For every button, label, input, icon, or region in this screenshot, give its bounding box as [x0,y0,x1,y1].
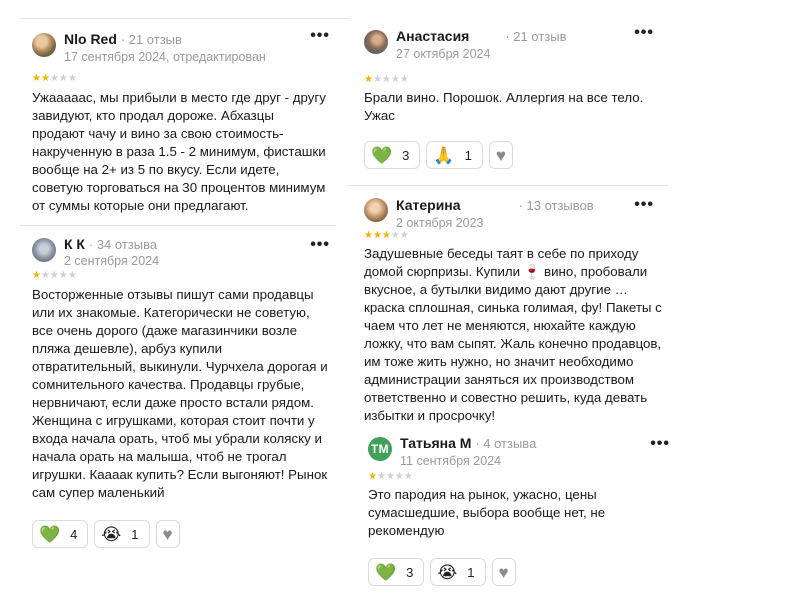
review-date: 2 октября 2023 [396,216,484,230]
review-count: 21 отзыв [513,29,567,44]
like-reaction-button[interactable]: 💚 3 [364,141,421,169]
like-reaction-button[interactable]: 💚 4 [32,520,89,548]
review-card: Nlo Red · 21 отзыв 17 сентября 2024, отр… [32,19,330,215]
crying-face-icon: 😭 [437,562,458,582]
more-dots-icon[interactable]: ••• [310,28,330,44]
add-reaction-button[interactable]: ♥ [488,141,513,169]
author-name[interactable]: Катерина · 13 отзывов [396,197,594,213]
green-heart-icon: 💚 [375,562,397,582]
review-date: 17 сентября 2024, отредактирован [64,50,266,64]
cry-count: 1 [467,564,475,580]
author-name[interactable]: Анастасия · 21 отзыв [396,28,566,44]
rating-stars: ★★★★★ [364,230,409,241]
grey-heart-icon: ♥ [498,562,509,582]
pray-count: 1 [464,147,472,163]
review-date: 2 сентября 2024 [64,254,160,268]
author-name[interactable]: Nlo Red · 21 отзыв [64,31,182,47]
pray-reaction-button[interactable]: 🙏 1 [426,141,483,169]
reaction-bar: 💚 4 😭 1 ♥ [32,520,330,548]
avatar[interactable] [32,238,56,262]
author-name[interactable]: К К · 34 отзыва [64,236,157,252]
more-dots-icon[interactable]: ••• [650,436,670,452]
avatar[interactable] [364,30,388,54]
grey-heart-icon: ♥ [162,524,173,544]
like-count: 3 [406,564,414,580]
like-count: 4 [70,526,78,542]
more-dots-icon[interactable]: ••• [634,25,654,41]
review-card: ТМ Татьяна М · 4 отзыва 11 сентября 2024… [368,429,674,586]
avatar[interactable] [364,198,388,222]
like-count: 3 [402,147,410,163]
praying-hands-icon: 🙏 [433,145,455,165]
reaction-bar: 💚 3 😭 1 ♥ [368,558,674,586]
more-dots-icon[interactable]: ••• [634,197,654,213]
review-text: Брали вино. Порошок. Аллергия на все тел… [364,90,644,123]
rating-stars: ★★★★★ [32,73,77,84]
green-heart-icon: 💚 [39,524,61,544]
crying-face-icon: 😭 [101,524,122,544]
add-reaction-button[interactable]: ♥ [491,558,516,586]
rating-stars: ★★★★★ [364,74,409,85]
green-heart-icon: 💚 [371,145,393,165]
cry-reaction-button[interactable]: 😭 1 [430,558,486,586]
review-date: 11 сентября 2024 [400,454,502,468]
reviews-column-left: Nlo Red · 21 отзыв 17 сентября 2024, отр… [20,0,350,548]
rating-stars: ★★★★★ [368,471,413,482]
avatar[interactable] [32,33,56,57]
add-reaction-button[interactable]: ♥ [155,520,180,548]
more-dots-icon[interactable]: ••• [310,237,330,253]
review-date: 27 октября 2024 [396,47,491,61]
review-count: 21 отзыв [128,32,182,47]
rating-stars: ★★★★★ [32,270,77,281]
review-text: Восторженные отзывы пишут сами продавцы … [32,287,328,500]
review-count: 13 отзывов [526,198,594,213]
review-text: Задушевные беседы таят в себе по приходу… [364,246,662,423]
cry-reaction-button[interactable]: 😭 1 [94,520,150,548]
like-reaction-button[interactable]: 💚 3 [368,558,425,586]
reaction-bar: 💚 3 🙏 1 ♥ [364,141,674,169]
review-card: К К · 34 отзыва 2 сентября 2024 ••• ★★★★… [32,226,330,548]
review-text: Это пародия на рынок, ужасно, цены сумас… [368,487,606,538]
avatar[interactable]: ТМ [368,437,392,461]
reviews-column-right: Анастасия · 21 отзыв 27 октября 2024 ••• … [346,0,674,586]
review-card: Катерина · 13 отзывов 2 октября 2023 ••• … [364,186,674,586]
review-card: Анастасия · 21 отзыв 27 октября 2024 ••• … [364,16,674,169]
author-name[interactable]: Татьяна М · 4 отзыва [400,435,536,451]
cry-count: 1 [131,526,139,542]
review-count: 34 отзыва [96,237,158,252]
review-text: Ужаааааc, мы прибыли в место где друг - … [32,90,326,213]
review-count: 4 отзыва [483,436,537,451]
grey-heart-icon: ♥ [495,145,506,165]
